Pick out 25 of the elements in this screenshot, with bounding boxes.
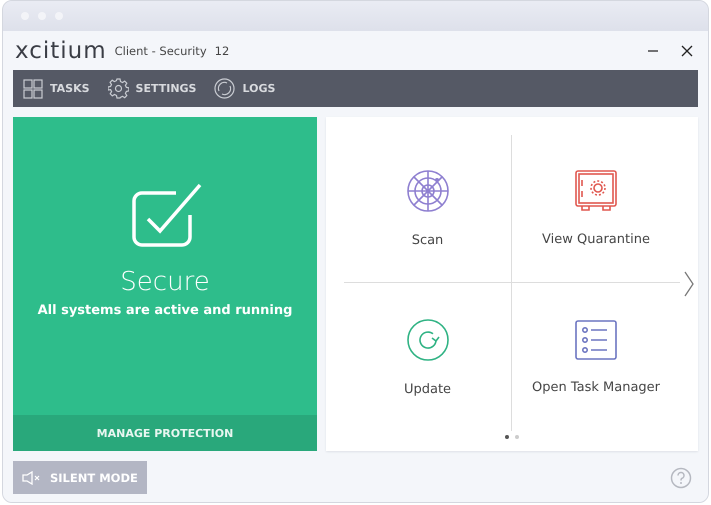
task-tile[interactable]: Open Task Manager bbox=[512, 283, 680, 431]
refresh-icon bbox=[406, 318, 450, 362]
nav-tab[interactable]: LOGS bbox=[214, 78, 276, 99]
settings-icon bbox=[108, 78, 129, 99]
list-icon bbox=[575, 320, 617, 360]
help-icon[interactable] bbox=[670, 466, 692, 488]
task-tile[interactable]: Update bbox=[344, 283, 512, 431]
status-message: All systems are active and running bbox=[38, 303, 292, 318]
version-number: 12 bbox=[214, 44, 230, 58]
mute-icon bbox=[22, 470, 42, 484]
grid-icon bbox=[23, 78, 43, 98]
logs-icon bbox=[214, 78, 236, 99]
nav-tab[interactable]: SETTINGS bbox=[108, 78, 196, 99]
page-dot[interactable] bbox=[505, 435, 509, 439]
window-title: Client - Security bbox=[114, 44, 207, 58]
radar-icon bbox=[406, 169, 450, 213]
nav-tab[interactable]: TASKS bbox=[23, 78, 90, 98]
status-title: Secure bbox=[120, 267, 210, 297]
logo: xcitium bbox=[15, 38, 107, 64]
task-tile[interactable]: Scan bbox=[344, 135, 512, 283]
safe-icon bbox=[575, 170, 617, 212]
page-dot[interactable] bbox=[515, 435, 519, 439]
manage-protection-button[interactable]: MANAGE PROTECTION bbox=[13, 415, 317, 451]
close-icon[interactable] bbox=[681, 44, 693, 56]
task-tile[interactable]: View Quarantine bbox=[512, 135, 680, 283]
